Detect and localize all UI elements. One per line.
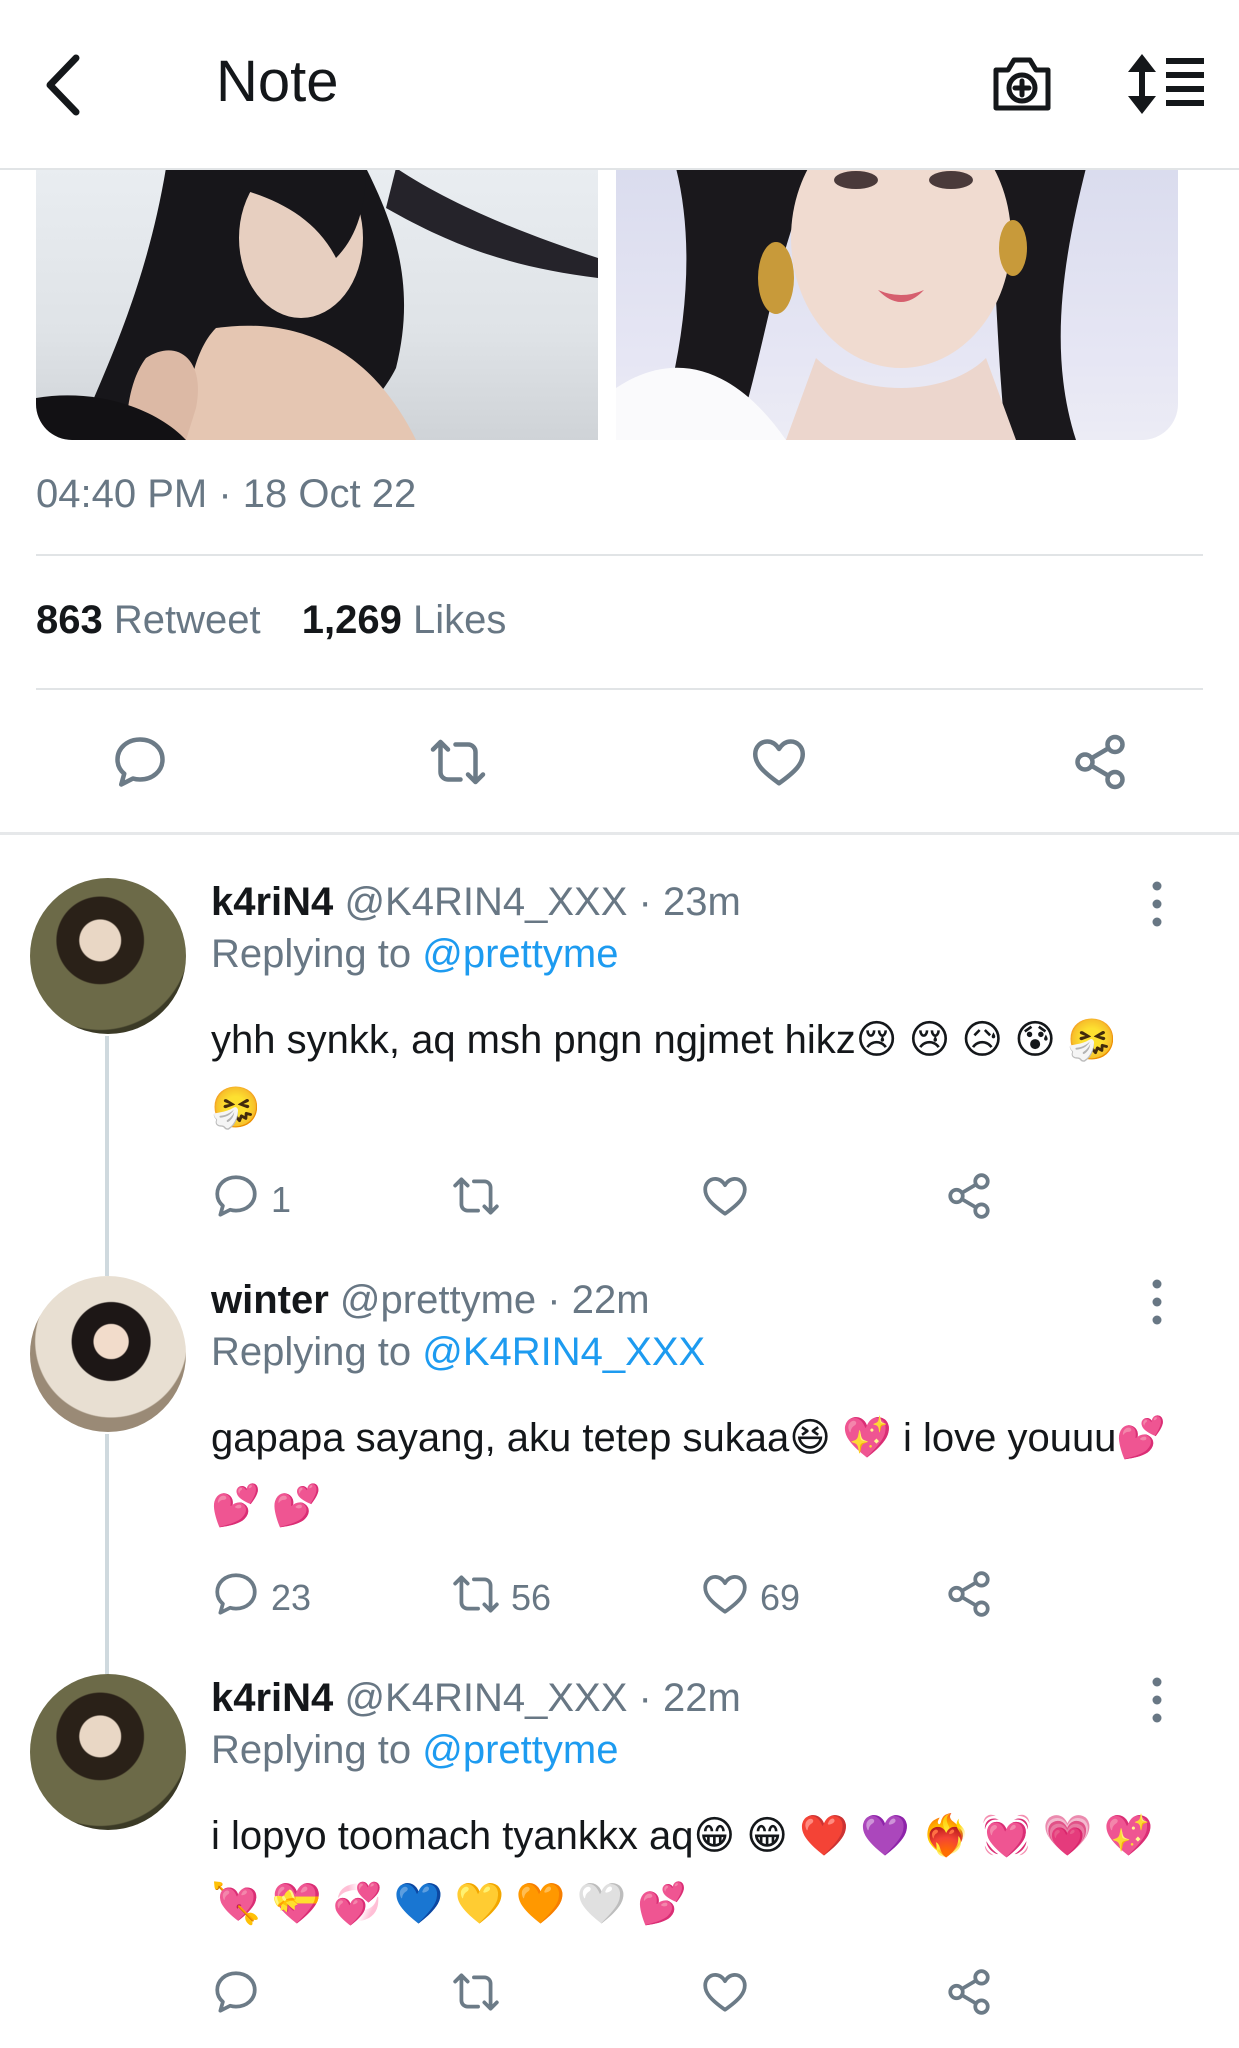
retweet-icon[interactable] bbox=[451, 1569, 501, 1628]
replying-prefix: Replying to bbox=[211, 1330, 412, 1374]
heart-icon[interactable] bbox=[700, 1171, 750, 1230]
share-icon[interactable] bbox=[1070, 732, 1130, 792]
reply-meta: winter @prettyme · 22m bbox=[211, 1278, 650, 1323]
replying-prefix: Replying to bbox=[211, 932, 412, 976]
retweet-action[interactable]: 56 bbox=[451, 1570, 551, 1626]
top-bar: Note bbox=[0, 0, 1239, 170]
reply-text: yhh synkk, aq msh pngn ngjmet hikz😢 😢 😥 … bbox=[211, 1018, 1117, 1130]
reply-action[interactable] bbox=[211, 1968, 271, 2024]
handle[interactable]: @K4RIN4_XXX bbox=[344, 1676, 627, 1720]
chevron-left-icon[interactable] bbox=[38, 50, 98, 120]
reply-text: i lopyo toomach tyankkx aq😁 😁 ❤️ 💜 ❤️‍🔥 … bbox=[211, 1814, 1154, 1926]
avatar[interactable] bbox=[30, 1276, 186, 1432]
tweet-photo[interactable] bbox=[36, 168, 598, 440]
avatar[interactable] bbox=[30, 878, 186, 1034]
reply-time: · 22m bbox=[638, 1676, 741, 1720]
display-name[interactable]: winter bbox=[211, 1278, 329, 1322]
more-options-icon[interactable] bbox=[1145, 878, 1169, 930]
tweet-photo[interactable] bbox=[616, 168, 1178, 440]
retweet-count: 56 bbox=[511, 1577, 552, 1618]
retweet-label[interactable]: Retweet bbox=[114, 598, 261, 642]
like-action[interactable] bbox=[700, 1172, 760, 1228]
like-action[interactable]: 69 bbox=[700, 1570, 800, 1626]
reply-icon[interactable] bbox=[110, 732, 170, 792]
reply-meta: k4riN4 @K4RIN4_XXX · 22m bbox=[211, 1676, 741, 1721]
replying-to-link[interactable]: @prettyme bbox=[422, 1728, 618, 1772]
camera-add-icon[interactable] bbox=[990, 52, 1054, 116]
replying-prefix: Replying to bbox=[211, 1728, 412, 1772]
likes-count[interactable]: 1,269 bbox=[302, 598, 402, 642]
replying-to-link[interactable]: @prettyme bbox=[422, 932, 618, 976]
share-action[interactable] bbox=[944, 1968, 994, 2024]
retweet-icon[interactable] bbox=[428, 732, 488, 792]
reply-text: gapapa sayang, aku tetep sukaa😆 💖 i love… bbox=[211, 1416, 1167, 1528]
retweet-action[interactable] bbox=[451, 1968, 511, 2024]
like-action[interactable] bbox=[700, 1968, 760, 2024]
tweet-timestamp: 04:40 PM · 18 Oct 22 bbox=[36, 472, 417, 516]
share-icon[interactable] bbox=[944, 1569, 994, 1628]
display-name[interactable]: k4riN4 bbox=[211, 880, 333, 924]
replying-to: Replying to @prettyme bbox=[211, 1728, 618, 1773]
display-name[interactable]: k4riN4 bbox=[211, 1676, 333, 1720]
avatar[interactable] bbox=[30, 1674, 186, 1830]
retweet-icon[interactable] bbox=[451, 1171, 501, 1230]
sort-list-icon[interactable] bbox=[1128, 52, 1206, 116]
reply-icon[interactable] bbox=[211, 1569, 261, 1628]
share-action[interactable] bbox=[944, 1570, 994, 1626]
reply-icon[interactable] bbox=[211, 1171, 261, 1230]
replying-to-link[interactable]: @K4RIN4_XXX bbox=[422, 1330, 705, 1374]
retweet-count[interactable]: 863 bbox=[36, 598, 103, 642]
heart-icon[interactable] bbox=[700, 1569, 750, 1628]
share-action[interactable] bbox=[944, 1172, 994, 1228]
more-options-icon[interactable] bbox=[1145, 1674, 1169, 1726]
reply-meta: k4riN4 @K4RIN4_XXX · 23m bbox=[211, 880, 741, 925]
reply-action[interactable]: 23 bbox=[211, 1570, 311, 1626]
heart-icon[interactable] bbox=[700, 1967, 750, 2026]
section-divider bbox=[0, 832, 1239, 835]
thread-line bbox=[105, 1036, 109, 1276]
thread-line bbox=[105, 1434, 109, 1674]
reply-icon[interactable] bbox=[211, 1967, 261, 2026]
replying-to: Replying to @prettyme bbox=[211, 932, 618, 977]
page-title: Note bbox=[216, 49, 339, 114]
handle[interactable]: @prettyme bbox=[340, 1278, 536, 1322]
share-icon[interactable] bbox=[944, 1967, 994, 2026]
reply-time: · 22m bbox=[547, 1278, 650, 1322]
more-options-icon[interactable] bbox=[1145, 1276, 1169, 1328]
reply-count: 23 bbox=[271, 1577, 312, 1618]
divider bbox=[36, 554, 1203, 556]
heart-icon[interactable] bbox=[749, 732, 809, 792]
share-icon[interactable] bbox=[944, 1171, 994, 1230]
retweet-action[interactable] bbox=[451, 1172, 511, 1228]
reply-count: 1 bbox=[271, 1179, 292, 1220]
like-count: 69 bbox=[760, 1577, 801, 1618]
handle[interactable]: @K4RIN4_XXX bbox=[344, 880, 627, 924]
reply-action[interactable]: 1 bbox=[211, 1172, 291, 1228]
replying-to: Replying to @K4RIN4_XXX bbox=[211, 1330, 705, 1375]
tweet-stats: 863 Retweet 1,269 Likes bbox=[36, 598, 506, 643]
retweet-icon[interactable] bbox=[451, 1967, 501, 2026]
reply-time: · 23m bbox=[638, 880, 741, 924]
divider bbox=[36, 688, 1203, 690]
likes-label[interactable]: Likes bbox=[413, 598, 506, 642]
